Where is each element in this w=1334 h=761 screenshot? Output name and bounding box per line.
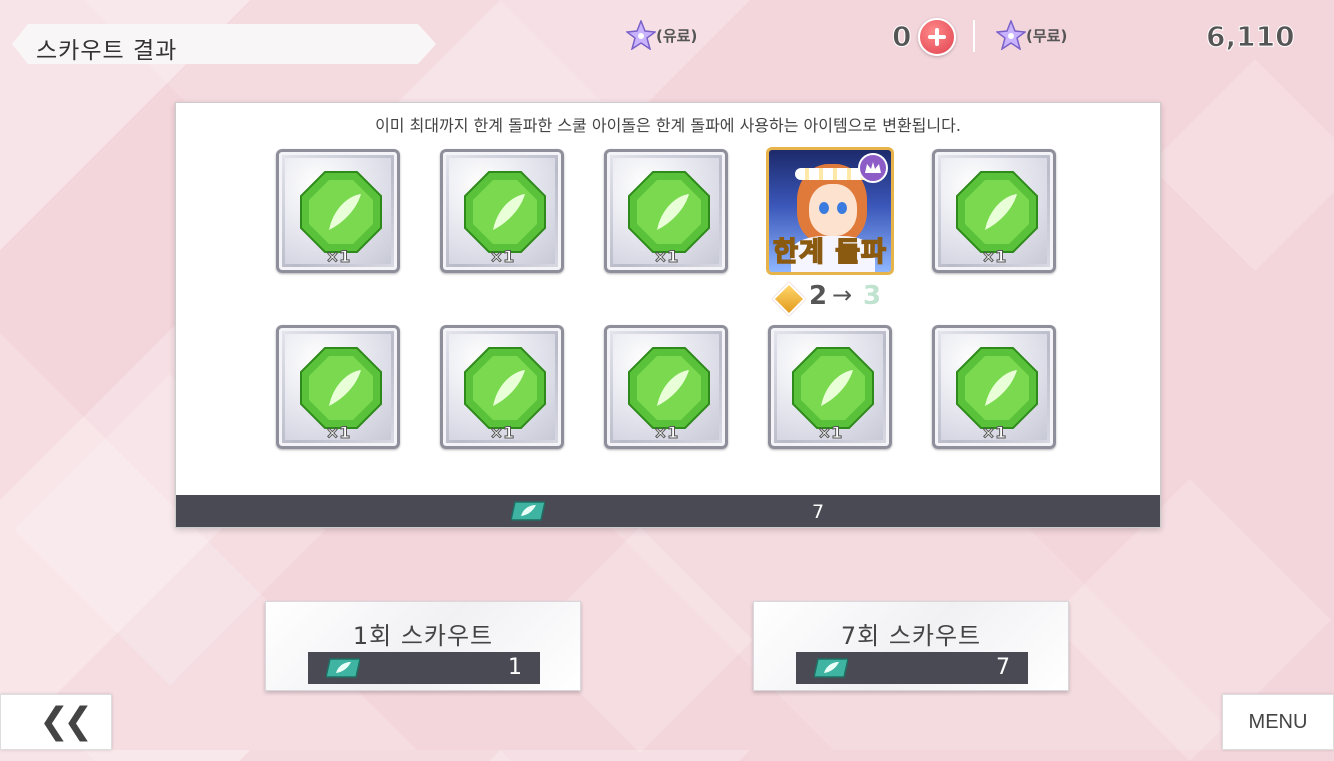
menu-button[interactable]: MENU <box>1222 694 1334 750</box>
scout-1x-button[interactable]: 1회 스카우트 1 <box>265 601 581 691</box>
result-item-gem[interactable]: ×1 <box>276 149 400 273</box>
feather-gem-icon <box>956 171 1038 253</box>
result-item-gem[interactable]: ×1 <box>768 325 892 449</box>
double-chevron-left-icon: ❮❮ <box>39 701 93 742</box>
add-currency-button[interactable] <box>918 18 956 56</box>
item-quantity: ×1 <box>489 247 515 267</box>
free-currency-count: 6,110 <box>1206 20 1296 54</box>
result-item-gem[interactable]: ×1 <box>932 325 1056 449</box>
scout-7x-cost-value: 7 <box>996 655 1010 680</box>
scout-result-panel: 이미 최대까지 한계 돌파한 스쿨 아이돌은 한계 돌파에 사용하는 아이템으로… <box>175 102 1161 528</box>
back-button[interactable]: ❮❮ <box>0 694 112 750</box>
ticket-count: 7 <box>812 501 825 523</box>
result-item-card[interactable]: 한계 돌파 <box>766 147 894 275</box>
paid-star-icon <box>625 18 657 51</box>
item-quantity: ×1 <box>817 423 843 443</box>
result-item-gem[interactable]: ×1 <box>440 325 564 449</box>
item-quantity: ×1 <box>981 247 1007 267</box>
scout-1x-label: 1회 스카우트 <box>352 622 494 650</box>
result-item-gem[interactable]: ×1 <box>604 325 728 449</box>
header-divider <box>973 20 975 52</box>
scout-1x-cost: 1 <box>308 652 540 684</box>
result-item-gem[interactable]: ×1 <box>604 149 728 273</box>
result-item-gem[interactable]: ×1 <box>932 149 1056 273</box>
item-quantity: ×1 <box>489 423 515 443</box>
feather-gem-icon <box>464 347 546 429</box>
item-quantity: ×1 <box>653 247 679 267</box>
free-currency-label: (무료) <box>1026 27 1068 45</box>
scout-7x-button[interactable]: 7회 스카우트 7 <box>753 601 1069 691</box>
crown-icon <box>858 153 888 183</box>
limit-break-label: 한계 돌파 <box>772 236 887 269</box>
item-quantity: ×1 <box>981 423 1007 443</box>
scout-1x-cost-value: 1 <box>508 655 522 680</box>
diamond-icon <box>772 282 806 316</box>
scout-ticket-icon <box>325 657 361 679</box>
item-quantity: ×1 <box>653 423 679 443</box>
item-quantity: ×1 <box>325 247 351 267</box>
conversion-notice: 이미 최대까지 한계 돌파한 스쿨 아이돌은 한계 돌파에 사용하는 아이템으로… <box>375 116 961 135</box>
feather-gem-icon <box>628 347 710 429</box>
feather-gem-icon <box>956 347 1038 429</box>
paid-currency-label: (유료) <box>656 27 698 45</box>
feather-gem-icon <box>628 171 710 253</box>
scout-7x-cost: 7 <box>796 652 1028 684</box>
ticket-summary-bar: 7 <box>176 495 1160 527</box>
result-item-gem[interactable]: ×1 <box>440 149 564 273</box>
arrow-icon: → <box>832 281 853 309</box>
limit-break-progress: 2 → 3 <box>772 281 897 316</box>
item-quantity: ×1 <box>325 423 351 443</box>
menu-label: MENU <box>1248 711 1308 733</box>
scout-ticket-icon <box>813 657 849 679</box>
paid-currency-count: 0 <box>891 20 912 54</box>
limit-to: 3 <box>863 281 882 311</box>
scout-ticket-icon <box>510 500 546 522</box>
limit-from: 2 <box>809 281 828 311</box>
page-title: 스카우트 결과 <box>36 38 178 64</box>
bg-diamond <box>1148 58 1334 272</box>
result-item-gem[interactable]: ×1 <box>276 325 400 449</box>
feather-gem-icon <box>792 347 874 429</box>
feather-gem-icon <box>300 171 382 253</box>
free-star-icon <box>995 18 1027 51</box>
feather-gem-icon <box>464 171 546 253</box>
scout-7x-label: 7회 스카우트 <box>840 622 982 650</box>
feather-gem-icon <box>300 347 382 429</box>
